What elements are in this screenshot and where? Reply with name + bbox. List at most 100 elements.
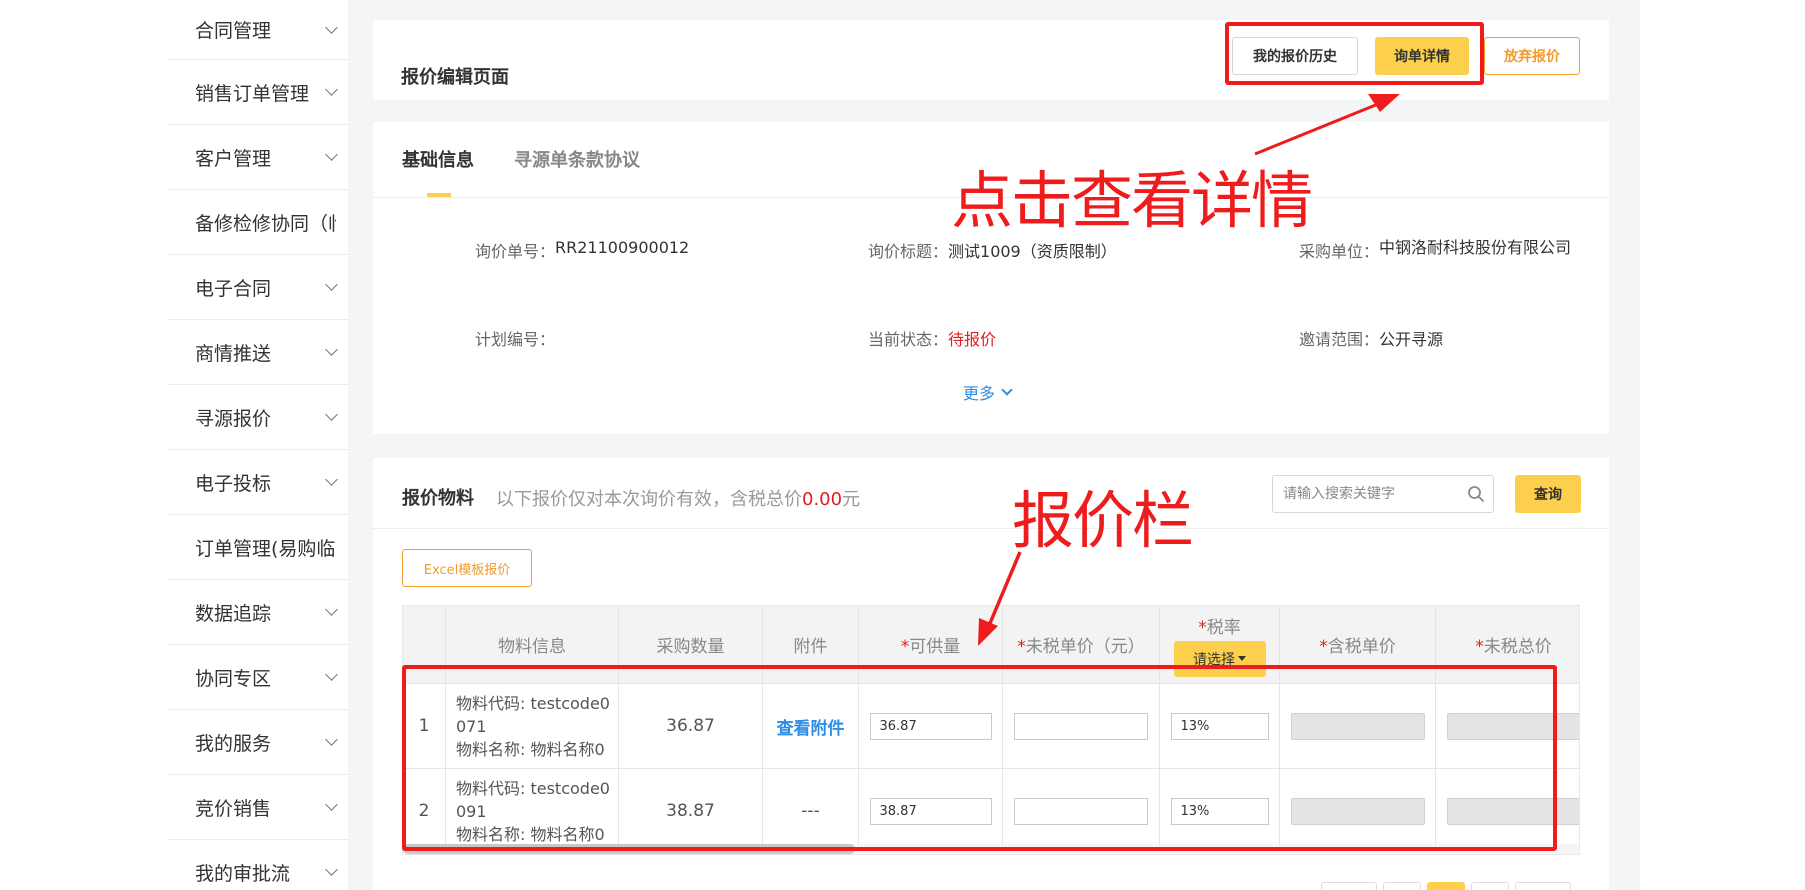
inquiry-title-field: 询价标题： 测试1009（资质限制） — [868, 238, 1117, 262]
purchaser-label: 采购单位： — [1299, 242, 1380, 261]
quote-history-button[interactable]: 我的报价历史 — [1232, 37, 1358, 75]
sidebar-item-auction-sales[interactable]: 竞价销售 — [168, 775, 348, 840]
header-card: 报价编辑页面 我的报价历史 询单详情 放弃报价 — [373, 20, 1609, 100]
table-row: 2 物料代码: testcode0 091 物料名称: 物料名称0 38.87 … — [403, 768, 1579, 853]
sidebar-item-approval-flow[interactable]: 我的审批流 — [168, 840, 348, 890]
sidebar-item-sales-order[interactable]: 销售订单管理 — [168, 60, 348, 125]
tax-rate-input[interactable]: 13% — [1170, 712, 1269, 740]
pager-button[interactable] — [1515, 882, 1571, 890]
sidebar-item-order-temp[interactable]: 订单管理(易购临时 — [168, 515, 348, 580]
untaxed-total-cell — [1436, 769, 1579, 853]
tab-basic-info[interactable]: 基础信息 — [402, 146, 474, 172]
scope-value: 公开寻源 — [1379, 330, 1444, 349]
pager-button[interactable] — [1383, 882, 1421, 890]
th-supply-qty-label: 可供量 — [909, 637, 961, 657]
sidebar-item-label: 销售订单管理 — [195, 82, 310, 105]
page-title: 报价编辑页面 — [401, 67, 509, 88]
plan-no-label: 计划编号： — [475, 330, 556, 349]
sidebar-item-label: 备修检修协同（临 — [195, 212, 336, 235]
materials-note: 以下报价仅对本次询价有效，含税总价0.00元 — [496, 485, 860, 511]
supply-qty-input[interactable]: 38.87 — [869, 797, 992, 825]
search-box — [1272, 475, 1494, 513]
untaxed-total-readonly — [1446, 712, 1579, 740]
tax-rate-select[interactable]: 请选择 — [1173, 640, 1266, 677]
sidebar-item-e-contract[interactable]: 电子合同 — [168, 255, 348, 320]
pager-button-active[interactable] — [1427, 882, 1465, 890]
taxed-price-readonly — [1290, 712, 1425, 740]
view-attachment-link[interactable]: 查看附件 — [777, 714, 845, 739]
sidebar-item-collab-zone[interactable]: 协同专区 — [168, 645, 348, 710]
untaxed-price-input[interactable] — [1014, 712, 1148, 740]
material-code-line-2: 091 — [456, 801, 487, 821]
pager-button[interactable] — [1471, 882, 1509, 890]
materials-note-suffix: 元 — [842, 489, 861, 510]
plan-no-field: 计划编号： — [475, 326, 555, 350]
sidebar-item-label: 订单管理(易购临时 — [195, 537, 336, 560]
chevron-down-icon — [325, 408, 338, 421]
inquiry-detail-button[interactable]: 询单详情 — [1375, 37, 1469, 75]
th-index — [403, 606, 446, 683]
th-taxed-price-label: 含税单价 — [1327, 637, 1396, 657]
material-code-line: 物料代码: testcode0 — [456, 778, 610, 798]
taxed-price-cell — [1280, 769, 1436, 853]
th-tax-rate: *税率 请选择 — [1160, 606, 1280, 683]
tax-rate-cell: 13% — [1160, 769, 1280, 853]
untaxed-price-cell — [1003, 684, 1160, 768]
sidebar-item-label: 竞价销售 — [195, 797, 272, 820]
th-material-info: 物料信息 — [446, 606, 619, 683]
tax-total-value: 0.00 — [802, 489, 843, 510]
inquiry-no-field: 询价单号： RR21100900012 — [475, 238, 689, 262]
material-code-line: 物料代码: testcode0 — [456, 693, 610, 713]
th-tax-rate-label: 税率 — [1206, 617, 1241, 638]
row-index: 2 — [403, 769, 446, 853]
tab-sourcing-terms[interactable]: 寻源单条款协议 — [514, 146, 640, 172]
material-info-cell: 物料代码: testcode0 091 物料名称: 物料名称0 — [446, 769, 619, 853]
supply-qty-cell: 38.87 — [859, 769, 1003, 853]
excel-template-quote-button[interactable]: Excel模板报价 — [402, 549, 532, 587]
th-untaxed-total-label: 未税总价 — [1483, 637, 1552, 657]
sidebar-item-e-bidding[interactable]: 电子投标 — [168, 450, 348, 515]
tax-rate-input[interactable]: 13% — [1170, 797, 1269, 825]
th-untaxed-price: *未税单价（元） — [1003, 606, 1160, 683]
sidebar-item-maintenance[interactable]: 备修检修协同（临 — [168, 190, 348, 255]
query-button[interactable]: 查询 — [1515, 475, 1581, 513]
materials-title: 报价物料 — [402, 488, 474, 509]
sidebar-item-contract[interactable]: 合同管理 — [168, 0, 348, 60]
status-label: 当前状态： — [868, 330, 949, 349]
th-purchase-qty: 采购数量 — [619, 606, 763, 683]
search-input[interactable] — [1273, 476, 1463, 512]
inquiry-no-value: RR21100900012 — [555, 238, 690, 257]
sidebar-item-business-push[interactable]: 商情推送 — [168, 320, 348, 385]
sidebar-item-label: 客户管理 — [195, 147, 272, 170]
sidebar-item-label: 协同专区 — [195, 667, 272, 690]
sidebar: 合同管理 销售订单管理 客户管理 备修检修协同（临 电子合同 商情推送 寻源报价… — [168, 0, 348, 890]
untaxed-price-cell — [1003, 769, 1160, 853]
sidebar-item-my-service[interactable]: 我的服务 — [168, 710, 348, 775]
materials-note-prefix: 以下报价仅对本次询价有效，含税总价 — [496, 489, 802, 510]
inquiry-no-label: 询价单号： — [475, 242, 556, 261]
scrollbar-thumb[interactable] — [403, 844, 855, 854]
untaxed-price-input[interactable] — [1014, 797, 1148, 825]
scope-field: 邀请范围： 公开寻源 — [1299, 326, 1443, 350]
untaxed-total-readonly — [1446, 797, 1579, 825]
inquiry-title-label: 询价标题： — [868, 242, 949, 261]
material-name-line: 物料名称: 物料名称0 — [456, 824, 605, 844]
sidebar-item-label: 我的服务 — [195, 732, 272, 755]
search-icon[interactable] — [1467, 485, 1485, 503]
sidebar-item-label: 寻源报价 — [195, 407, 272, 430]
abandon-quote-button[interactable]: 放弃报价 — [1484, 37, 1580, 75]
supply-qty-input[interactable]: 36.87 — [869, 712, 992, 740]
chevron-down-icon — [325, 798, 338, 811]
th-supply-qty: *可供量 — [859, 606, 1003, 683]
horizontal-scrollbar[interactable] — [403, 844, 1579, 854]
chevron-down-icon — [325, 83, 338, 96]
attachment-cell: --- — [763, 769, 859, 853]
more-toggle[interactable]: 更多 — [963, 380, 1013, 404]
taxed-price-cell — [1280, 684, 1436, 768]
sidebar-item-customer[interactable]: 客户管理 — [168, 125, 348, 190]
th-untaxed-price-label: 未税单价（元） — [1025, 637, 1145, 657]
sidebar-item-sourcing[interactable]: 寻源报价 — [168, 385, 348, 450]
material-code-line-2: 071 — [456, 716, 487, 736]
pager-button[interactable] — [1321, 882, 1377, 890]
sidebar-item-data-tracking[interactable]: 数据追踪 — [168, 580, 348, 645]
